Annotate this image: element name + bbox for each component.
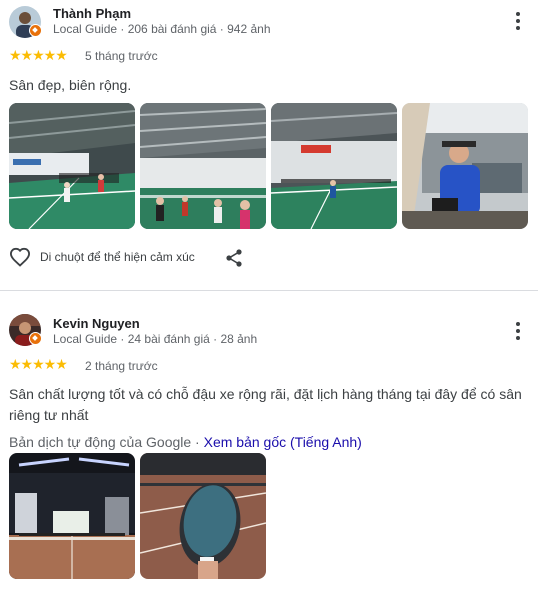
more-options-icon[interactable] bbox=[510, 321, 526, 341]
review-text: Sân chất lượng tốt và có chỗ đậu xe rộng… bbox=[9, 386, 522, 423]
view-original-link[interactable]: Xem bản gốc (Tiếng Anh) bbox=[204, 434, 362, 450]
review-2: Kevin Nguyen Local Guide · 24 bài đánh g… bbox=[0, 0, 538, 590]
translation-info: Bản dịch tự động của Google · Xem bản gố… bbox=[9, 434, 362, 450]
review-photo[interactable] bbox=[9, 453, 135, 579]
review-date: 2 tháng trước bbox=[85, 359, 158, 373]
reviewer-meta: Local Guide · 24 bài đánh giá · 28 ảnh bbox=[53, 332, 258, 346]
review-photo[interactable] bbox=[140, 453, 266, 579]
star-rating: ★★★★★ bbox=[9, 356, 68, 372]
translation-note: Bản dịch tự động của Google · bbox=[9, 434, 204, 450]
reviewer-name[interactable]: Kevin Nguyen bbox=[53, 316, 140, 331]
local-guide-badge-icon bbox=[29, 332, 42, 345]
